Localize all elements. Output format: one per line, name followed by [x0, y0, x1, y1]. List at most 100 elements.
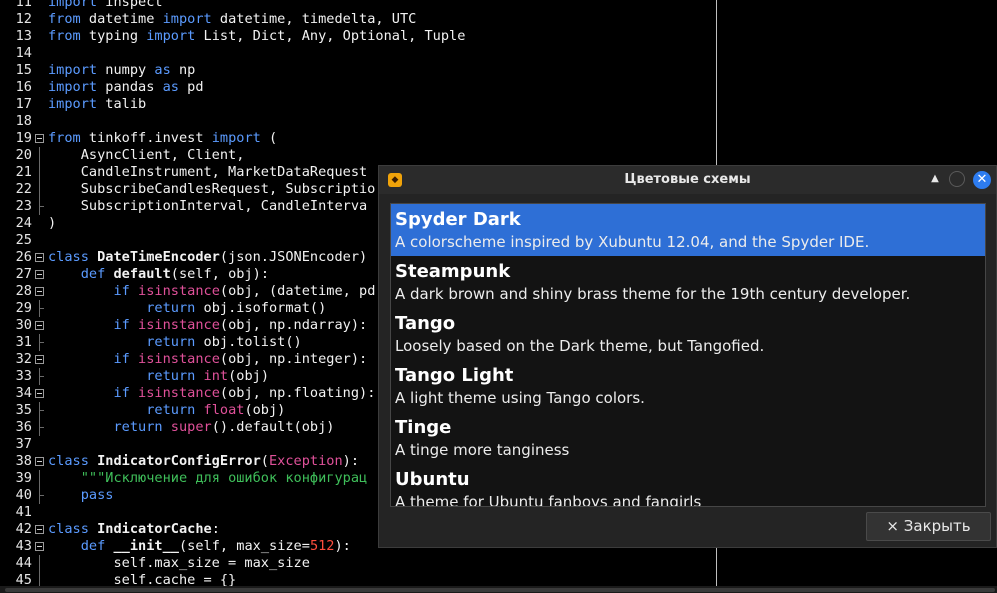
code-text: import talib	[48, 96, 147, 112]
line-number: 26	[15, 249, 32, 265]
code-line[interactable]: 17 import talib	[0, 96, 997, 113]
code-text: def default(self, obj):	[80, 266, 270, 282]
fold-guide	[39, 334, 44, 351]
close-window-icon[interactable]: ✕	[973, 171, 991, 189]
code-text: return super().default(obj)	[113, 419, 335, 435]
code-line[interactable]: 12 from datetime import datetime, timedel…	[0, 11, 997, 28]
line-number: 11	[15, 0, 32, 10]
fold-toggle-icon[interactable]	[35, 270, 44, 279]
code-text: def __init__(self, max_size=512):	[80, 538, 351, 554]
fold-toggle-icon[interactable]	[35, 542, 44, 551]
scheme-name: Tinge	[395, 417, 452, 438]
scrollbar-thumb[interactable]	[5, 588, 995, 592]
code-text: import inspect	[48, 0, 163, 10]
fold-toggle-icon[interactable]	[35, 389, 44, 398]
code-text: return int(obj)	[146, 368, 269, 384]
code-line[interactable]: 15 import numpy as np	[0, 62, 997, 79]
fold-guide	[39, 470, 40, 487]
code-line[interactable]: 16 import pandas as pd	[0, 79, 997, 96]
line-number: 30	[15, 317, 32, 333]
fold-toggle-icon[interactable]	[35, 253, 44, 262]
fold-toggle-icon[interactable]	[35, 321, 44, 330]
scheme-description: A theme for Ubuntu fanboys and fangirls	[395, 493, 702, 507]
line-number: 21	[15, 164, 32, 180]
code-text: class DateTimeEncoder(json.JSONEncoder)	[48, 249, 368, 265]
line-number: 19	[15, 130, 32, 146]
code-text: from datetime import datetime, timedelta…	[48, 11, 417, 27]
line-number: 36	[15, 419, 32, 435]
fold-guide	[39, 164, 40, 181]
line-number: 15	[15, 62, 32, 78]
line-number: 16	[15, 79, 32, 95]
code-line[interactable]: 20 AsyncClient, Client,	[0, 147, 997, 164]
line-number: 27	[15, 266, 32, 282]
fold-toggle-icon[interactable]	[35, 134, 44, 143]
code-text: pass	[80, 487, 114, 503]
code-text: import pandas as pd	[48, 79, 204, 95]
line-number: 41	[15, 504, 32, 520]
fold-guide	[39, 487, 44, 504]
fold-guide	[39, 198, 44, 215]
line-number: 24	[15, 215, 32, 231]
code-line[interactable]: 19 from tinkoff.invest import (	[0, 130, 997, 147]
code-line[interactable]: 11 import inspect	[0, 0, 997, 11]
scheme-item[interactable]: Spyder Dark A colorscheme inspired by Xub…	[391, 204, 985, 256]
line-number: 33	[15, 368, 32, 384]
fold-guide	[39, 300, 44, 317]
line-number: 31	[15, 334, 32, 350]
fold-toggle-icon[interactable]	[35, 355, 44, 364]
code-text: if isinstance(obj, np.floating):	[113, 385, 376, 401]
fold-toggle-icon[interactable]	[35, 525, 44, 534]
fold-guide	[39, 419, 44, 436]
scheme-item[interactable]: Tango Loosely based on the Dark theme, bu…	[391, 308, 985, 360]
line-number: 38	[15, 453, 32, 469]
code-line[interactable]: 44 self.max_size = max_size	[0, 555, 997, 572]
code-text: )	[48, 215, 57, 231]
line-number: 35	[15, 402, 32, 418]
scheme-description: A colorscheme inspired by Xubuntu 12.04,…	[395, 233, 870, 251]
code-text: from tinkoff.invest import (	[48, 130, 278, 146]
dialog-titlebar[interactable]: ◆ Цветовые схемы ▲ ✕	[379, 166, 996, 194]
scheme-description: Loosely based on the Dark theme, but Tan…	[395, 337, 765, 355]
scheme-description: A tinge more tanginess	[395, 441, 570, 459]
scheme-item[interactable]: Tinge A tinge more tanginess	[391, 412, 985, 464]
minimize-icon[interactable]: ▲	[928, 172, 942, 186]
fold-toggle-icon[interactable]	[35, 287, 44, 296]
line-number: 39	[15, 470, 32, 486]
horizontal-scrollbar[interactable]	[0, 586, 997, 593]
code-text: class IndicatorConfigError(Exception):	[48, 453, 360, 469]
line-number: 43	[15, 538, 32, 554]
scheme-description: A light theme using Tango colors.	[395, 389, 645, 407]
scheme-item[interactable]: Ubuntu A theme for Ubuntu fanboys and fan…	[391, 464, 985, 507]
code-text: class IndicatorCache:	[48, 521, 220, 537]
code-text: if isinstance(obj, np.integer):	[113, 351, 368, 367]
fold-toggle-icon[interactable]	[35, 457, 44, 466]
code-line[interactable]: 18	[0, 113, 997, 130]
line-number: 23	[15, 198, 32, 214]
line-number: 17	[15, 96, 32, 112]
line-number: 32	[15, 351, 32, 367]
maximize-button[interactable]	[949, 171, 965, 187]
scheme-name: Ubuntu	[395, 469, 470, 490]
fold-guide	[39, 402, 44, 419]
scheme-name: Tango Light	[395, 365, 514, 386]
scheme-list[interactable]: Spyder Dark A colorscheme inspired by Xub…	[390, 203, 986, 507]
code-line[interactable]: 13 from typing import List, Dict, Any, Op…	[0, 28, 997, 45]
line-number: 14	[15, 45, 32, 61]
scheme-item[interactable]: Steampunk A dark brown and shiny brass th…	[391, 256, 985, 308]
line-number: 22	[15, 181, 32, 197]
line-number: 28	[15, 283, 32, 299]
scheme-name: Spyder Dark	[395, 209, 521, 230]
fold-guide	[39, 368, 44, 385]
code-text: import numpy as np	[48, 62, 196, 78]
code-text: if isinstance(obj, (datetime, pd	[113, 283, 376, 299]
close-button[interactable]: × Закрыть	[866, 512, 991, 541]
code-line[interactable]: 14	[0, 45, 997, 62]
scheme-description: A dark brown and shiny brass theme for t…	[395, 285, 911, 303]
line-number: 34	[15, 385, 32, 401]
line-number: 12	[15, 11, 32, 27]
line-number: 20	[15, 147, 32, 163]
fold-guide	[39, 181, 40, 198]
line-number: 40	[15, 487, 32, 503]
scheme-item[interactable]: Tango Light A light theme using Tango col…	[391, 360, 985, 412]
